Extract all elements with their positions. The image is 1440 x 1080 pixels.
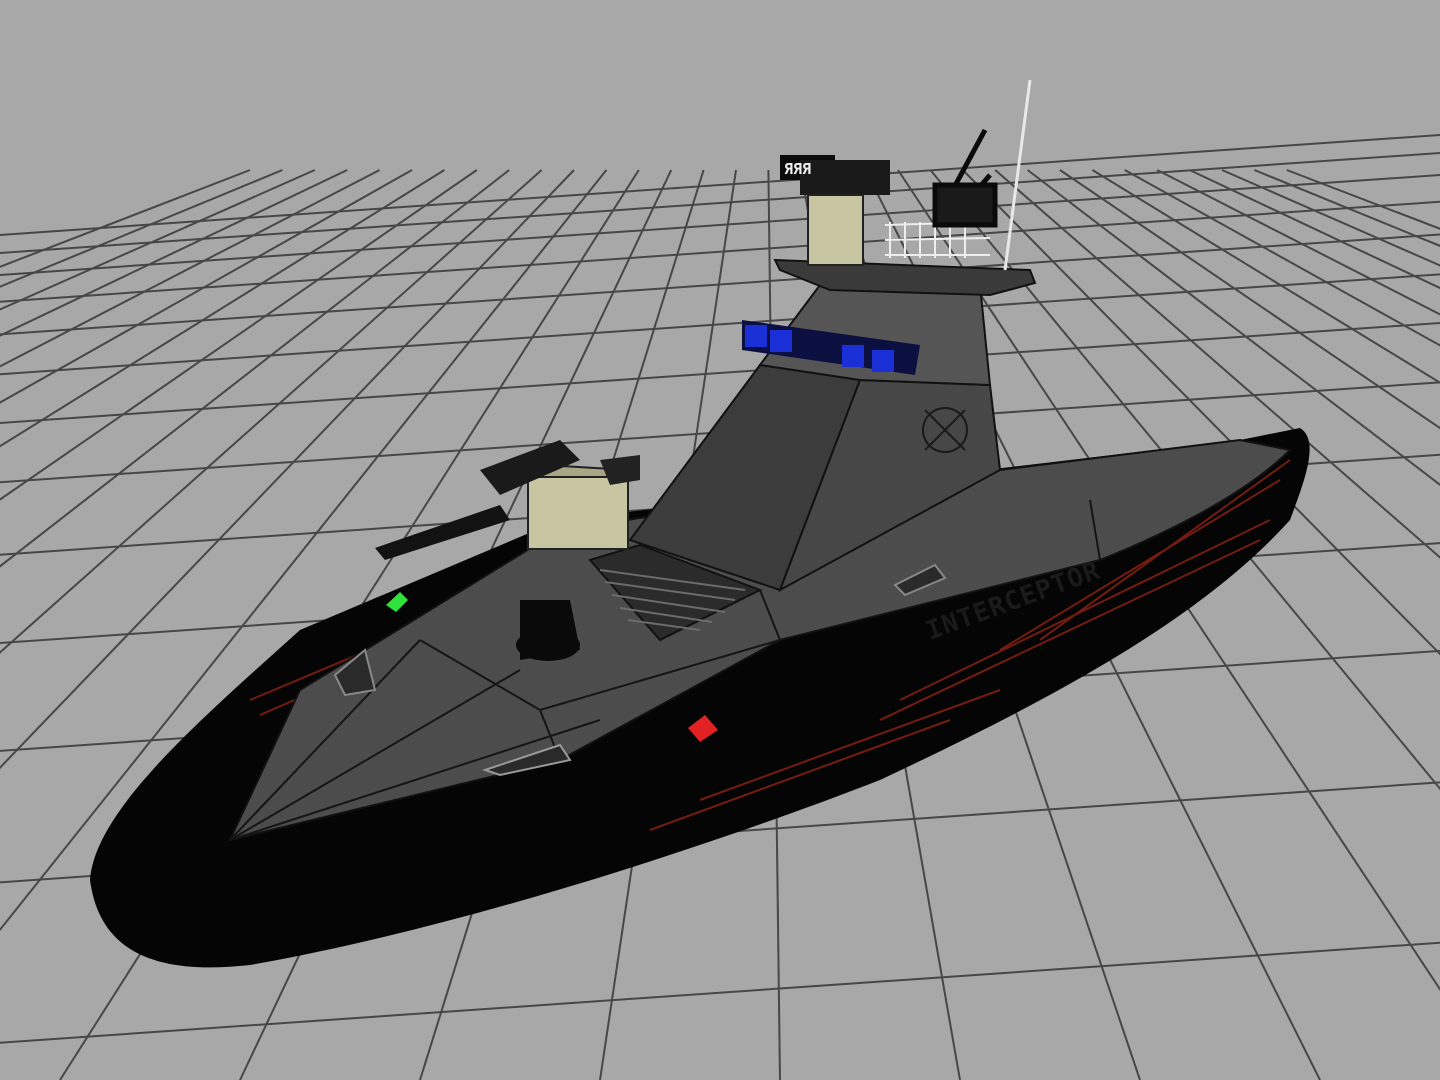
antenna	[1003, 79, 1032, 271]
grid-line	[0, 200, 1440, 303]
turret-tag: ЯЯЯ	[784, 160, 811, 178]
grid-line	[0, 321, 1440, 424]
rear-turret: ЯЯЯ	[780, 155, 890, 266]
grid-line	[0, 273, 1440, 376]
viewport-canvas[interactable]: ЯЯЯ INTERCEPTOR	[0, 0, 1440, 1080]
grid-line	[0, 134, 1440, 236]
boat-model[interactable]: ЯЯЯ INTERCEPTOR	[90, 79, 1310, 968]
grid-line	[1221, 169, 1440, 267]
3d-viewport[interactable]: ЯЯЯ INTERCEPTOR	[0, 0, 1440, 1080]
grid-line	[1124, 169, 1440, 347]
radar-mast	[932, 128, 998, 228]
